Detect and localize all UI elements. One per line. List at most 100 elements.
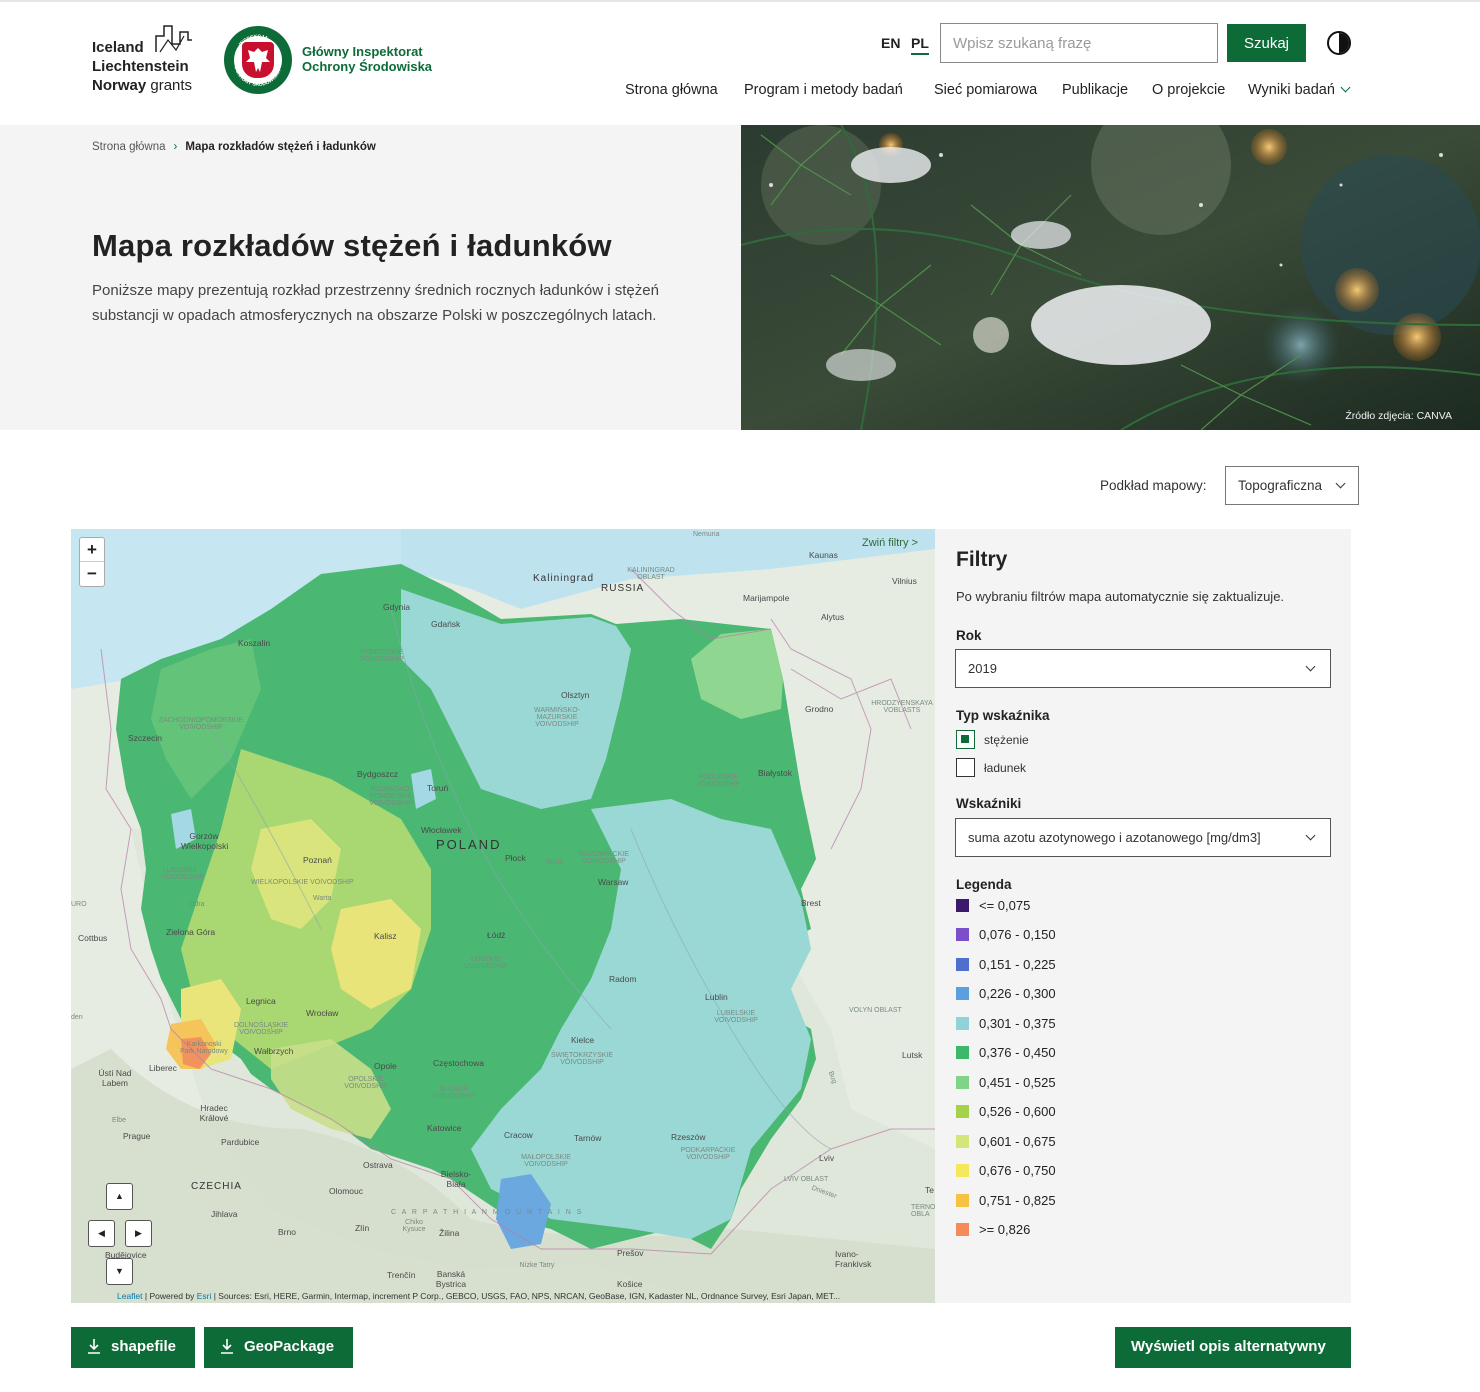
top-border [0, 0, 1480, 2]
map-label-poland: POLAND [436, 837, 502, 852]
chevron-down-icon [1305, 661, 1316, 672]
map-label-kaliningrad-oblast: KALININGRAD OBLAST [627, 567, 675, 581]
legend-swatch [956, 958, 969, 971]
legend-swatch [956, 928, 969, 941]
map-label-kujawsko: KUJAWSKO-POMORSKIE VOIVODSHIP [369, 786, 413, 807]
grants-logo-line2: Liechtenstein [92, 58, 189, 75]
filters-note: Po wybraniu filtrów mapa automatycznie s… [956, 589, 1285, 604]
map-label-katowice: Katowice [427, 1123, 462, 1133]
nav-network[interactable]: Sieć pomiarowa [934, 82, 1037, 98]
photo-credit: Źródło zdjęcia: CANVA [1345, 410, 1452, 422]
map-label-trencin: Trenčín [387, 1270, 416, 1280]
page-title: Mapa rozkładów stężeń i ładunków [92, 228, 612, 263]
gios-emblem-logo[interactable]: INSPEKCJA OCHRONY ŚRODOWISKA [224, 26, 292, 94]
map-label-carpathian: C A R P A T H I A N M O U N T A I N S [391, 1209, 584, 1216]
download-shapefile-button[interactable]: shapefile [71, 1327, 195, 1368]
esri-link[interactable]: Esri [197, 1291, 212, 1301]
contrast-icon[interactable] [1327, 31, 1351, 55]
map-label-walbrzych: Wałbrzych [254, 1046, 294, 1056]
pan-down-button[interactable]: ▼ [106, 1258, 133, 1285]
map-label-tarnow: Tarnów [574, 1133, 602, 1143]
map-label-brno: Brno [278, 1227, 296, 1237]
gios-name[interactable]: Główny Inspektorat Ochrony Środowiska [302, 44, 432, 74]
map-view[interactable]: Kaliningrad RUSSIA KALININGRAD OBLAST Ka… [71, 529, 935, 1303]
map-label-mazowieckie: MAZOWIECKIE VOIVODSHIP [579, 851, 629, 865]
grants-logo-line3-bold: Norway [92, 77, 147, 94]
map-label-chiko: Chiko Kysuce [402, 1219, 426, 1233]
map-label-olsztyn: Olsztyn [561, 690, 590, 700]
map-label-lviv-oblast: LVIV OBLAST [784, 1176, 829, 1183]
zoom-out-button[interactable]: − [80, 562, 104, 586]
legend-swatch [956, 1046, 969, 1059]
map-label-wroclaw: Wrocław [306, 1008, 339, 1018]
pan-up-button[interactable]: ▲ [106, 1183, 133, 1210]
nav-publications[interactable]: Publikacje [1062, 82, 1128, 98]
search-button[interactable]: Szukaj [1227, 24, 1306, 62]
legend-label: <= 0,075 [979, 898, 1031, 913]
checkbox-load[interactable] [956, 758, 975, 777]
download-geopackage-button[interactable]: GeoPackage [204, 1327, 353, 1368]
lang-en[interactable]: EN [881, 35, 900, 51]
map-label-wielkopolskie: WIELKOPOLSKIE VOIVODSHIP [251, 879, 354, 886]
attribution-powered: | Powered by [142, 1291, 197, 1301]
legend-label: 0,301 - 0,375 [979, 1016, 1056, 1031]
basemap-label: Podkład mapowy: [1100, 478, 1207, 493]
map-label-slaskie: ŚLĄSKIE VOIVODSHIP [432, 1086, 476, 1100]
pan-right-button[interactable]: ▶ [125, 1220, 152, 1247]
indicator-value: suma azotu azotynowego i azotanowego [mg… [968, 830, 1261, 845]
breadcrumb-home[interactable]: Strona główna [92, 141, 166, 153]
collapse-filters-link[interactable]: Zwiń filtry > [862, 537, 918, 549]
map-label-nemuna: Nemuna [693, 531, 720, 538]
map-label-rzeszow: Rzeszów [671, 1132, 706, 1142]
map-label-gdynia: Gdynia [383, 602, 410, 612]
filters-title: Filtry [956, 548, 1008, 571]
nav-results[interactable]: Wyniki badań [1248, 82, 1351, 98]
chevron-down-icon [1340, 82, 1351, 93]
map-label-olomouc: Olomouc [329, 1186, 364, 1196]
zoom-in-button[interactable]: + [80, 538, 104, 562]
legend-label: 0,376 - 0,450 [979, 1045, 1056, 1060]
legend-label: 0,601 - 0,675 [979, 1134, 1056, 1149]
year-label: Rok [956, 628, 982, 643]
legend-label: 0,451 - 0,525 [979, 1075, 1056, 1090]
grants-mark-icon [155, 25, 192, 53]
pan-left-button[interactable]: ◀ [88, 1220, 115, 1247]
map-label-jihlava: Jihlava [211, 1209, 238, 1219]
map-label-odra: Odra [189, 901, 205, 908]
map-label-ostrava: Ostrava [363, 1160, 393, 1170]
nav-about[interactable]: O projekcie [1152, 82, 1225, 98]
basemap-value: Topograficzna [1238, 478, 1323, 493]
lang-pl[interactable]: PL [911, 35, 929, 55]
map-label-pomorskie: POMORSKIE VOIVODSHIP [360, 649, 404, 663]
map-label-czestochowa: Częstochowa [433, 1058, 485, 1068]
checkbox-concentration[interactable] [956, 730, 975, 749]
chevron-right-icon: › [173, 141, 178, 153]
map-label-opole: Opole [374, 1061, 397, 1071]
legend-label: 0,676 - 0,750 [979, 1163, 1056, 1178]
search-input[interactable] [940, 23, 1218, 63]
nav-program[interactable]: Program i metody badań [744, 82, 903, 98]
map-label-volyn: VOLYN OBLAST [849, 1007, 902, 1014]
map-label-russia: RUSSIA [601, 583, 645, 594]
map-label-hrodzyenskaya: HRODZYENSKAYA VOBLASTS [871, 700, 933, 714]
year-select[interactable]: 2019 [955, 649, 1331, 688]
map-label-opolskie: OPOLSKIE VOIVODSHIP [344, 1076, 388, 1090]
map-label-brest: Brest [801, 898, 821, 908]
basemap-select[interactable]: Topograficzna [1225, 466, 1359, 505]
legend-label: 0,226 - 0,300 [979, 986, 1056, 1001]
leaflet-link[interactable]: Leaflet [117, 1291, 143, 1301]
map-label-zilina: Žilina [439, 1228, 460, 1238]
map-label-lublin: Lublin [705, 992, 728, 1002]
map-label-lubelskie: LUBELSKIE VOIVODSHIP [714, 1010, 758, 1024]
legend-swatch [956, 1194, 969, 1207]
alt-description-button[interactable]: Wyświetl opis alternatywny [1115, 1327, 1351, 1368]
indicator-select[interactable]: suma azotu azotynowego i azotanowego [mg… [955, 818, 1331, 857]
legend-swatch [956, 1017, 969, 1030]
nav-home[interactable]: Strona główna [625, 82, 718, 98]
emblem-text-bottom: OCHRONY ŚRODOWISKA [232, 65, 282, 88]
map-label-warta: Warta [313, 895, 332, 902]
map-label-cottbus: Cottbus [78, 933, 108, 943]
chevron-down-icon [1335, 478, 1346, 489]
map-label-kaunas: Kaunas [809, 550, 838, 560]
legend-swatch [956, 1135, 969, 1148]
